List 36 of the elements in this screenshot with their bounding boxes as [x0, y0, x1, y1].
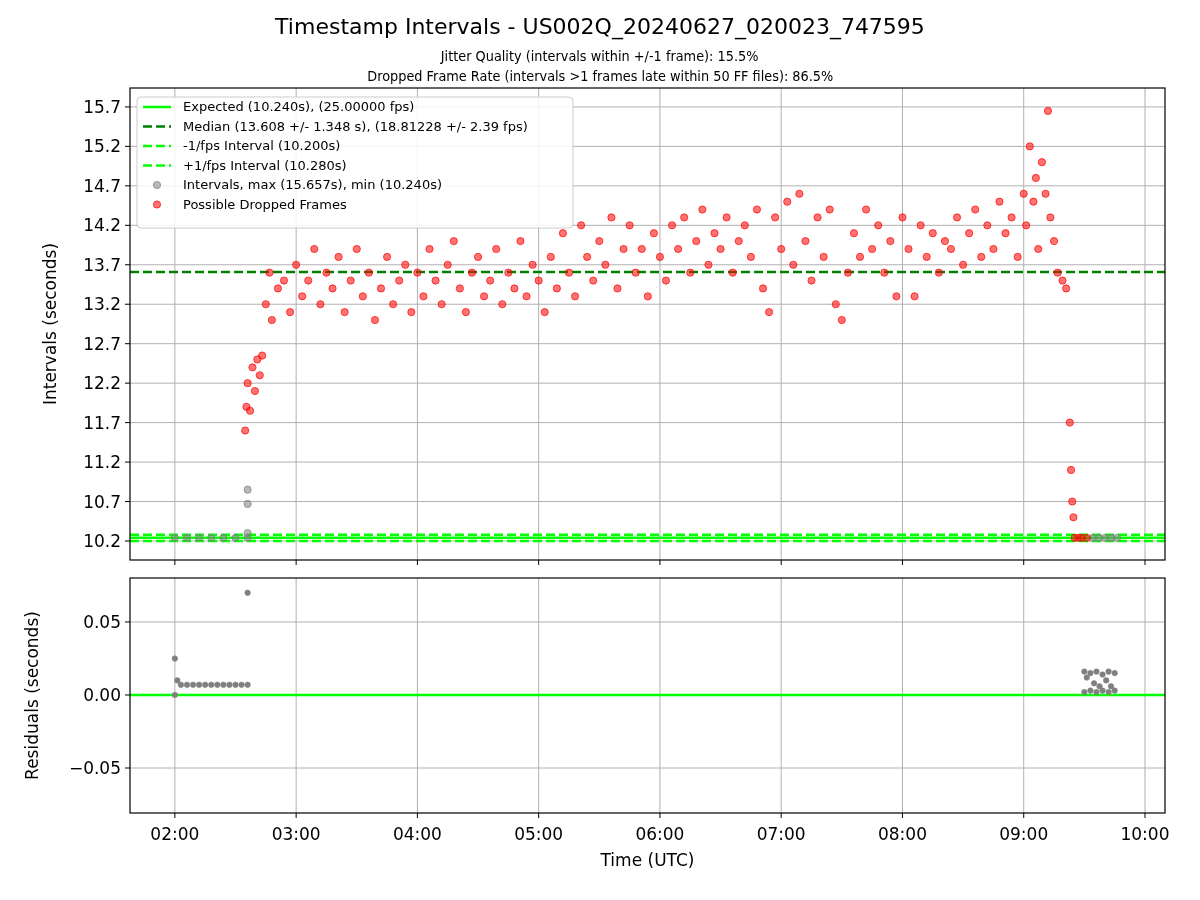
legend-label: Median (13.608 +/- 1.348 s), (18.81228 +/- 2.39 fps)	[183, 118, 528, 134]
tick-label: 12.2	[83, 373, 121, 394]
tick-label: 02:00	[150, 824, 200, 844]
tick-label: −0.05	[68, 758, 121, 778]
axis-label: Residuals (seconds)	[22, 611, 42, 780]
chart-title: Timestamp Intervals - US002Q_20240627_020023_747595	[275, 14, 925, 40]
tick-label: 10.7	[83, 491, 121, 512]
tick-label: 08:00	[877, 824, 927, 844]
legend-label: Intervals, max (15.657s), min (10.240s)	[183, 177, 442, 192]
tick-label: 14.7	[83, 175, 121, 196]
tick-label: 13.2	[83, 294, 121, 315]
tick-label: 06:00	[635, 824, 685, 844]
axis-label: Time (UTC)	[600, 850, 695, 870]
tick-label: 10:00	[1120, 824, 1170, 844]
chart-subtitle: Dropped Frame Rate (intervals >1 frames late within 50 FF files): 86.5%	[367, 67, 833, 86]
tick-label: 12.7	[83, 333, 121, 354]
tick-label: 09:00	[999, 824, 1049, 844]
tick-label: 0.00	[83, 685, 121, 705]
tick-label: 14.2	[83, 215, 121, 236]
tick-label: 13.7	[83, 254, 121, 275]
legend-label: -1/fps Interval (10.200s)	[183, 138, 341, 153]
tick-label: 0.05	[83, 611, 121, 632]
tick-label: 11.7	[83, 412, 121, 433]
tick-label: 04:00	[392, 824, 442, 844]
legend-label: Expected (10.240s), (25.00000 fps)	[183, 99, 415, 114]
tick-label: 15.2	[83, 136, 121, 157]
tick-label: 03:00	[271, 824, 321, 844]
axis-label: Intervals (seconds)	[40, 242, 60, 406]
legend-label: +1/fps Interval (10.280s)	[183, 157, 347, 173]
tick-label: 05:00	[514, 824, 564, 844]
legend-label: Possible Dropped Frames	[183, 196, 347, 212]
tick-label: 15.7	[83, 96, 121, 117]
chart-subtitle: Jitter Quality (intervals within +/-1 frame): 15.5%	[441, 47, 759, 66]
tick-label: 10.2	[83, 531, 121, 551]
tick-label: 11.2	[83, 452, 121, 473]
tick-label: 07:00	[756, 824, 806, 844]
